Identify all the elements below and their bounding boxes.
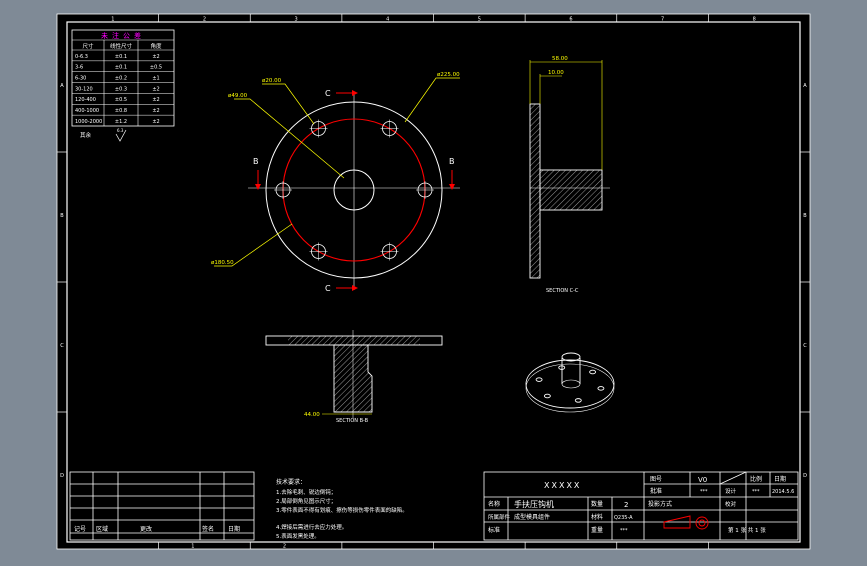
zone-label-left: D — [60, 473, 64, 479]
tolerance-cell: 1000-2000 — [75, 119, 102, 125]
sheet-label: 第 1 张 共 1 张 — [728, 526, 766, 534]
zone-label-top: 3 — [294, 17, 297, 23]
roughness-label: 其余 — [80, 131, 92, 139]
approved-value: *** — [700, 489, 708, 495]
assembly-label: 所属部件 — [488, 513, 511, 521]
tolerance-cell: ±0.1 — [115, 65, 127, 71]
zone-label-left: C — [60, 343, 64, 349]
projection-label: 投影方式 — [648, 500, 672, 508]
tolerance-header-angle: 角度 — [150, 42, 162, 50]
qty-value: 2 — [624, 501, 628, 509]
assembly-value: 成型模具组件 — [514, 513, 550, 521]
tolerance-header-linear: 线性尺寸 — [110, 42, 133, 50]
design-value: *** — [752, 489, 760, 495]
qty-label: 数量 — [591, 500, 603, 508]
section-label-c-bottom: C — [325, 284, 331, 293]
version: V0 — [698, 476, 707, 484]
tolerance-cell: ±0.2 — [115, 76, 127, 82]
tolerance-cell: 0-6.3 — [75, 54, 88, 60]
cad-workspace: 1 2 3 4 5 6 7 8 1 2 A A B B C C D D 未注公差 尺寸 线性尺寸 角度 0-6.… — [0, 0, 867, 562]
tolerance-cell: ±2 — [152, 86, 159, 92]
rev-header-sign: 签名 — [202, 525, 214, 533]
zone-label-left: A — [60, 83, 64, 89]
material-value: Q235-A — [614, 515, 633, 521]
svg-text:6.3: 6.3 — [117, 128, 124, 133]
zone-label-top: 7 — [661, 17, 664, 23]
rev-header-zone: 区域 — [96, 525, 108, 533]
tolerance-title: 未注公差 — [101, 31, 145, 40]
design-label: 设计 — [725, 487, 737, 495]
tolerance-header-size: 尺寸 — [82, 42, 94, 50]
dim-flange-thickness: 10.00 — [548, 70, 564, 76]
tolerance-cell: ±1 — [152, 76, 159, 82]
part-name-label: 名称 — [488, 500, 500, 508]
zone-label-top: 2 — [203, 17, 206, 23]
zone-label-right: A — [803, 83, 807, 89]
tolerance-cell: ±2 — [152, 54, 159, 60]
section-cc-label: SECTION C-C — [546, 288, 579, 294]
date-label: 日期 — [774, 475, 786, 483]
rev-header-change: 更改 — [140, 525, 152, 533]
tolerance-cell: ±0.5 — [150, 65, 162, 71]
zone-label-right: C — [803, 343, 807, 349]
dim-outer-diameter: ø225.00 — [437, 72, 460, 78]
weight-label: 重量 — [591, 526, 603, 534]
tech-note-4: 4.焊接后需进行去应力处理。 — [276, 523, 347, 531]
tolerance-cell: 120-400 — [75, 97, 96, 103]
rev-header-mark: 记号 — [74, 526, 86, 533]
tolerance-cell: ±0.5 — [115, 97, 127, 103]
tech-note-5: 5.表面发黑处理。 — [276, 532, 320, 540]
dim-pcd-diameter: ø180.50 — [211, 260, 234, 266]
company-name: XXXXX — [544, 481, 581, 490]
material-label: 材料 — [591, 513, 603, 521]
zone-label-right: B — [803, 213, 807, 219]
tolerance-cell: 3-6 — [75, 65, 83, 71]
cad-drawing: 1 2 3 4 5 6 7 8 1 2 A A B B C C D D 未注公差 尺寸 线性尺寸 角度 0-6.… — [56, 13, 811, 550]
zone-label-top: 4 — [386, 17, 389, 23]
tolerance-cell: ±0.1 — [115, 54, 127, 60]
tolerance-cell: 6-30 — [75, 76, 86, 82]
zone-label-top: 8 — [753, 17, 756, 23]
drawing-no-label: 图号 — [650, 476, 662, 483]
dim-total-width: 58.00 — [552, 56, 568, 62]
dim-hole-diameter: ø20.00 — [262, 78, 282, 84]
tolerance-table: 未注公差 尺寸 线性尺寸 角度 0-6.3 ±0.1 ±2 3-6 ±0.1 ±0.5 6-… — [71, 29, 175, 142]
approved-label: 批准 — [650, 487, 662, 495]
zone-label-top: 1 — [111, 17, 114, 23]
date-value: 2014.5.6 — [772, 489, 794, 495]
check-label: 校对 — [725, 500, 737, 508]
tolerance-cell: ±0.8 — [115, 108, 127, 114]
standard-label: 标准 — [488, 526, 500, 534]
part-name: 手扶压钩机 — [514, 499, 554, 509]
zone-label-right: D — [803, 473, 807, 479]
tolerance-cell: 400-1000 — [75, 108, 99, 114]
zone-label-top: 5 — [478, 17, 481, 23]
dim-bottom-width: 44.00 — [304, 412, 320, 418]
section-label-b-left: B — [253, 157, 259, 166]
tech-note-2: 2.局部倒角见图示尺寸； — [276, 497, 336, 505]
tolerance-cell: ±2 — [152, 108, 159, 114]
tech-notes-title: 技术要求： — [276, 478, 306, 486]
dim-center-diameter: ø49.00 — [228, 93, 248, 99]
zone-label-left: B — [60, 213, 64, 219]
section-label-b-right: B — [449, 157, 455, 166]
section-label-c-top: C — [325, 89, 331, 98]
zone-label-top: 6 — [569, 17, 572, 23]
tolerance-cell: 30-120 — [75, 86, 93, 92]
rev-header-date: 日期 — [228, 525, 240, 533]
weight-value: *** — [620, 528, 628, 534]
tech-note-1: 1.去除毛刺、锐边倒钝； — [276, 488, 336, 496]
tolerance-cell: ±2 — [152, 119, 159, 125]
tolerance-cell: ±1.2 — [115, 119, 127, 125]
zone-label-bottom: 2 — [283, 544, 286, 550]
ratio-label: 比例 — [750, 475, 762, 483]
sheet-background — [57, 14, 810, 549]
section-bb-label: SECTION B-B — [336, 418, 369, 424]
tech-note-3: 3.零件表面不得有划痕、擦伤等损伤零件表面的缺陷。 — [276, 506, 408, 514]
zone-label-bottom: 1 — [191, 544, 194, 550]
tolerance-cell: ±0.3 — [115, 86, 127, 92]
tolerance-cell: ±2 — [152, 97, 159, 103]
